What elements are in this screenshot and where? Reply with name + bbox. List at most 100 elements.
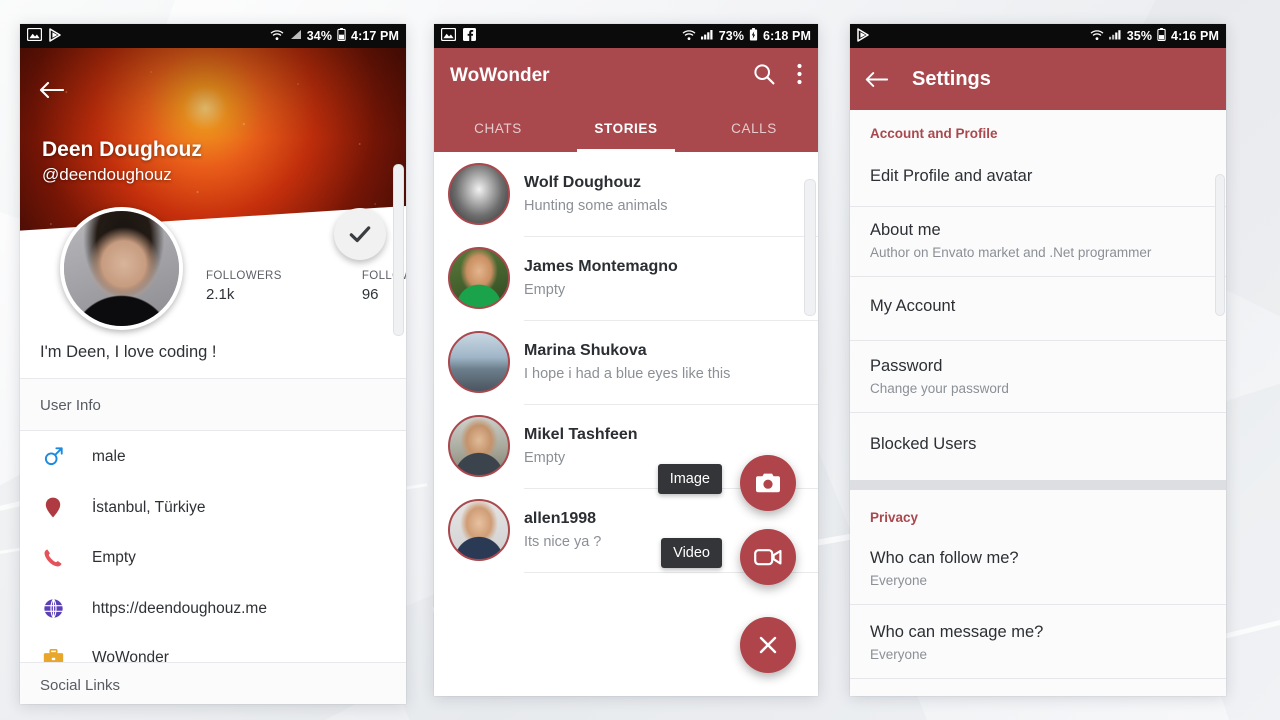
signal-icon [289, 29, 302, 43]
followers-value: 2.1k [206, 286, 235, 303]
tab-calls[interactable]: CALLS [690, 104, 818, 152]
play-store-icon [857, 27, 870, 45]
info-row-location[interactable]: İstanbul, Türkiye [20, 482, 406, 533]
status-time-2: 6:18 PM [763, 29, 811, 43]
settings-item-who-can-follow[interactable]: Who can follow me? Everyone [850, 537, 1226, 605]
settings-item-my-account[interactable]: My Account [850, 277, 1226, 341]
status-bar-3: 35% 4:16 PM [850, 24, 1226, 48]
settings-item-title: Edit Profile and avatar [870, 167, 1033, 185]
settings-item-who-can-message[interactable]: Who can message me? Everyone [850, 605, 1226, 679]
story-name: allen1998 [524, 509, 597, 527]
status-time-3: 4:16 PM [1171, 29, 1219, 43]
settings-group-divider [850, 480, 1226, 490]
male-gender-icon [40, 446, 66, 467]
page-title: Settings [912, 67, 991, 90]
scrollbar-thumb-3[interactable] [1215, 174, 1225, 316]
list-item[interactable]: James Montemagno Empty [434, 236, 818, 321]
app-title: WoWonder [450, 65, 550, 86]
back-arrow-icon[interactable] [38, 78, 65, 104]
search-icon[interactable] [753, 63, 775, 90]
verified-check-button[interactable] [334, 208, 386, 260]
globe-icon [40, 598, 66, 619]
status-time-1: 4:17 PM [351, 29, 399, 43]
phone-1-profile: 34% 4:17 PM Deen Doughouz @deendoughouz [20, 24, 406, 704]
fab-image-button[interactable] [740, 455, 796, 511]
camera-icon [756, 473, 780, 493]
story-name: Mikel Tashfeen [524, 425, 638, 443]
signal-icon [700, 29, 714, 43]
app-bar-2: WoWonder [434, 48, 818, 104]
signal-icon [1108, 29, 1122, 43]
video-camera-icon [754, 549, 782, 566]
wifi-icon [1090, 29, 1104, 44]
phone-icon [40, 548, 66, 568]
phone-3-settings: 35% 4:16 PM Settings Account and Profile… [850, 24, 1226, 696]
user-info-header: User Info [20, 379, 406, 431]
check-icon [349, 226, 371, 243]
avatar [448, 247, 510, 309]
avatar-photo [64, 211, 179, 326]
settings-item-about-me[interactable]: About me Author on Envato market and .Ne… [850, 207, 1226, 277]
settings-item-title: My Account [870, 297, 956, 315]
facebook-icon [463, 28, 476, 44]
app-bar-3: Settings [850, 48, 1226, 110]
settings-item-edit-profile[interactable]: Edit Profile and avatar [850, 153, 1226, 207]
phone-2-stories: 73% 6:18 PM WoWonder CHATS STORIES CALLS… [434, 24, 818, 696]
profile-detail-panel: I'm Deen, I love coding ! User Info male… [20, 327, 406, 704]
tab-bar: CHATS STORIES CALLS [434, 104, 818, 152]
settings-item-subtitle: Change your password [870, 381, 1009, 396]
tab-chats[interactable]: CHATS [434, 104, 562, 152]
story-name: James Montemagno [524, 257, 678, 275]
screenshot-stage: 34% 4:17 PM Deen Doughouz @deendoughouz [0, 0, 1280, 720]
social-links-header: Social Links [20, 662, 406, 704]
profile-name: Deen Doughouz [42, 138, 202, 161]
wifi-icon [682, 29, 696, 44]
fab-label-video: Video [661, 538, 722, 568]
list-item[interactable]: Wolf Doughouz Hunting some animals [434, 152, 818, 237]
location-pin-icon [40, 497, 66, 518]
followers-label: FOLLOWERS [206, 270, 282, 282]
settings-group-header-privacy: Privacy [850, 490, 1226, 537]
close-icon [759, 636, 777, 654]
battery-icon [749, 28, 758, 44]
info-row-gender[interactable]: male [20, 431, 406, 482]
back-arrow-icon[interactable] [864, 70, 888, 89]
info-row-phone[interactable]: Empty [20, 533, 406, 583]
avatar[interactable] [60, 207, 183, 330]
settings-item-subtitle: Author on Envato market and .Net program… [870, 245, 1152, 260]
info-row-website[interactable]: https://deendoughouz.me [20, 583, 406, 634]
overflow-menu-icon[interactable] [797, 63, 802, 90]
status-bar-2: 73% 6:18 PM [434, 24, 818, 48]
story-status: I hope i had a blue eyes like this [524, 365, 731, 382]
settings-item-title: Password [870, 357, 943, 375]
battery-percent-2: 73% [718, 29, 745, 43]
status-bar-1: 34% 4:17 PM [20, 24, 406, 48]
list-item[interactable]: Marina Shukova I hope i had a blue eyes … [434, 320, 818, 405]
settings-item-password[interactable]: Password Change your password [850, 341, 1226, 413]
tab-stories[interactable]: STORIES [562, 104, 690, 152]
settings-item-title: About me [870, 221, 941, 239]
settings-list: Account and Profile Edit Profile and ava… [850, 110, 1226, 696]
fab-video-button[interactable] [740, 529, 796, 585]
settings-list-tail [850, 679, 1226, 696]
avatar [448, 415, 510, 477]
fab-close-button[interactable] [740, 617, 796, 673]
stat-followers[interactable]: FOLLOWERS 2.1k [206, 270, 282, 303]
settings-item-title: Who can follow me? [870, 549, 1019, 567]
avatar [448, 499, 510, 561]
scrollbar-thumb-2[interactable] [804, 179, 816, 316]
story-status: Empty [524, 281, 566, 298]
settings-item-title: Blocked Users [870, 435, 977, 453]
scrollbar-thumb-1[interactable] [393, 164, 404, 336]
story-name: Marina Shukova [524, 341, 647, 359]
avatar [448, 331, 510, 393]
battery-icon [337, 28, 346, 44]
settings-item-blocked-users[interactable]: Blocked Users [850, 413, 1226, 480]
fab-label-image: Image [657, 464, 722, 494]
profile-handle: @deendoughouz [42, 165, 172, 184]
battery-percent-1: 34% [306, 29, 333, 43]
settings-item-subtitle: Everyone [870, 573, 928, 588]
settings-item-subtitle: Everyone [870, 647, 928, 662]
profile-bio: I'm Deen, I love coding ! [20, 327, 406, 379]
battery-icon [1157, 28, 1166, 44]
